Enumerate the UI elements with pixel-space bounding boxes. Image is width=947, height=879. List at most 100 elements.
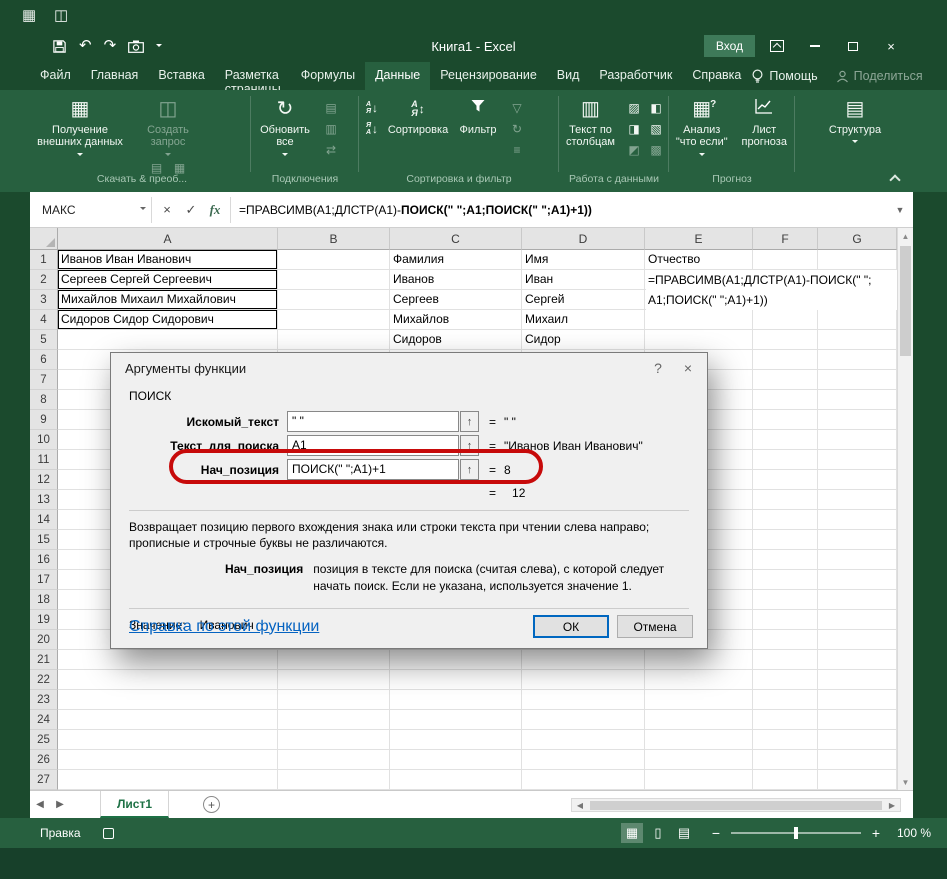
cell-E5[interactable] xyxy=(645,330,753,350)
macro-record-icon[interactable] xyxy=(103,828,114,839)
customize-qat-button[interactable] xyxy=(156,37,162,55)
ribbon-tab-help[interactable]: Справка xyxy=(682,62,751,90)
cell-G14[interactable] xyxy=(818,510,897,530)
cell-C23[interactable] xyxy=(390,690,522,710)
cell-C4[interactable]: Михайлов xyxy=(390,310,522,330)
ribbon-display-options-button[interactable] xyxy=(761,32,793,60)
cell-A21[interactable] xyxy=(58,650,278,670)
filter-button[interactable]: Фильтр xyxy=(454,94,502,136)
cell-D25[interactable] xyxy=(522,730,645,750)
sort-descending-button[interactable]: ЯА↓ xyxy=(362,119,382,138)
row-header-27[interactable]: 27 xyxy=(30,770,58,790)
consolidate-icon[interactable]: ▧ xyxy=(646,119,666,138)
column-header-C[interactable]: C xyxy=(390,228,522,250)
cell-F1[interactable] xyxy=(753,250,818,270)
reapply-filter-icon[interactable]: ↻ xyxy=(507,119,527,138)
cell-B4[interactable] xyxy=(278,310,390,330)
clear-filter-icon[interactable]: ▽ xyxy=(507,98,527,117)
cell-B22[interactable] xyxy=(278,670,390,690)
remove-duplicates-icon[interactable]: ◧ xyxy=(646,98,666,117)
cell-F9[interactable] xyxy=(753,410,818,430)
cell-B24[interactable] xyxy=(278,710,390,730)
name-box-dropdown-icon[interactable] xyxy=(135,206,151,213)
sort-ascending-button[interactable]: АЯ↓ xyxy=(362,98,382,117)
cell-G25[interactable] xyxy=(818,730,897,750)
insert-function-icon[interactable]: fx xyxy=(204,199,226,221)
cell-C3[interactable]: Сергеев xyxy=(390,290,522,310)
cell-F15[interactable] xyxy=(753,530,818,550)
cell-B1[interactable] xyxy=(278,250,390,270)
cell-A1[interactable]: Иванов Иван Иванович xyxy=(58,250,278,270)
manage-data-model-icon[interactable]: ▩ xyxy=(646,140,666,159)
row-header-9[interactable]: 9 xyxy=(30,410,58,430)
ribbon-tab-file[interactable]: Файл xyxy=(30,62,81,90)
dialog-close-icon[interactable]: × xyxy=(673,353,703,383)
cell-A4[interactable]: Сидоров Сидор Сидорович xyxy=(58,310,278,330)
cell-F27[interactable] xyxy=(753,770,818,790)
share-button[interactable]: Поделиться xyxy=(836,69,923,83)
connections-icon[interactable]: ▤ xyxy=(321,98,341,117)
cell-C26[interactable] xyxy=(390,750,522,770)
cell-B27[interactable] xyxy=(278,770,390,790)
relationships-icon[interactable]: ◩ xyxy=(624,140,644,159)
cell-C2[interactable]: Иванов xyxy=(390,270,522,290)
start-num-input[interactable]: ПОИСК(" ";A1)+1 xyxy=(287,459,459,480)
cell-C5[interactable]: Сидоров xyxy=(390,330,522,350)
ribbon-tab-review[interactable]: Рецензирование xyxy=(430,62,547,90)
horizontal-scroll-thumb[interactable] xyxy=(590,801,882,810)
collapse-dialog-icon[interactable]: ↑ xyxy=(460,411,479,432)
row-header-20[interactable]: 20 xyxy=(30,630,58,650)
cell-E4[interactable] xyxy=(645,310,753,330)
cell-F25[interactable] xyxy=(753,730,818,750)
edit-links-icon[interactable]: ⇄ xyxy=(321,140,341,159)
dialog-help-icon[interactable]: ? xyxy=(643,353,673,383)
vertical-scrollbar[interactable]: ▲ ▼ xyxy=(897,228,913,790)
ribbon-tab-insert[interactable]: Вставка xyxy=(148,62,214,90)
cell-G9[interactable] xyxy=(818,410,897,430)
cell-E25[interactable] xyxy=(645,730,753,750)
tellme-tab[interactable]: Помощь xyxy=(751,69,817,84)
formula-input[interactable]: =ПРАВСИМВ(A1;ДЛСТР(A1)-ПОИСК(" ";A1;ПОИС… xyxy=(231,197,891,223)
cell-A5[interactable] xyxy=(58,330,278,350)
cell-E2-edit-overlay[interactable]: =ПРАВСИМВ(A1;ДЛСТР(A1)-ПОИСК(" "; A1;ПОИ… xyxy=(646,270,897,310)
function-help-link[interactable]: Справка по этой функции xyxy=(129,618,319,636)
zoom-slider[interactable] xyxy=(731,832,861,834)
column-header-F[interactable]: F xyxy=(753,228,818,250)
cell-A24[interactable] xyxy=(58,710,278,730)
cell-G7[interactable] xyxy=(818,370,897,390)
cell-A25[interactable] xyxy=(58,730,278,750)
cell-E26[interactable] xyxy=(645,750,753,770)
cell-F24[interactable] xyxy=(753,710,818,730)
cell-G18[interactable] xyxy=(818,590,897,610)
cell-G13[interactable] xyxy=(818,490,897,510)
page-layout-view-button[interactable]: ▯ xyxy=(647,823,669,843)
cell-E21[interactable] xyxy=(645,650,753,670)
cell-G16[interactable] xyxy=(818,550,897,570)
cell-D3[interactable]: Сергей xyxy=(522,290,645,310)
column-header-E[interactable]: E xyxy=(645,228,753,250)
cell-D5[interactable]: Сидор xyxy=(522,330,645,350)
sheet-tab-list1[interactable]: Лист1 xyxy=(100,791,169,818)
cell-A27[interactable] xyxy=(58,770,278,790)
ribbon-tab-data[interactable]: Данные xyxy=(365,62,430,90)
minimize-button[interactable] xyxy=(799,32,831,60)
row-header-26[interactable]: 26 xyxy=(30,750,58,770)
cell-A23[interactable] xyxy=(58,690,278,710)
row-header-24[interactable]: 24 xyxy=(30,710,58,730)
data-validation-icon[interactable]: ◨ xyxy=(624,119,644,138)
cell-A22[interactable] xyxy=(58,670,278,690)
next-sheet-icon[interactable]: ▶ xyxy=(50,799,70,810)
cell-F12[interactable] xyxy=(753,470,818,490)
forecast-sheet-button[interactable]: Лист прогноза xyxy=(736,94,792,149)
maximize-button[interactable] xyxy=(837,32,869,60)
cell-A2[interactable]: Сергеев Сергей Сергеевич xyxy=(58,270,278,290)
flash-fill-icon[interactable]: ▨ xyxy=(624,98,644,117)
row-header-25[interactable]: 25 xyxy=(30,730,58,750)
horizontal-scrollbar[interactable]: ◀ ▶ xyxy=(571,798,901,812)
cell-F19[interactable] xyxy=(753,610,818,630)
cell-G23[interactable] xyxy=(818,690,897,710)
cancel-entry-icon[interactable]: × xyxy=(156,199,178,221)
cell-F10[interactable] xyxy=(753,430,818,450)
row-header-1[interactable]: 1 xyxy=(30,250,58,270)
row-header-10[interactable]: 10 xyxy=(30,430,58,450)
